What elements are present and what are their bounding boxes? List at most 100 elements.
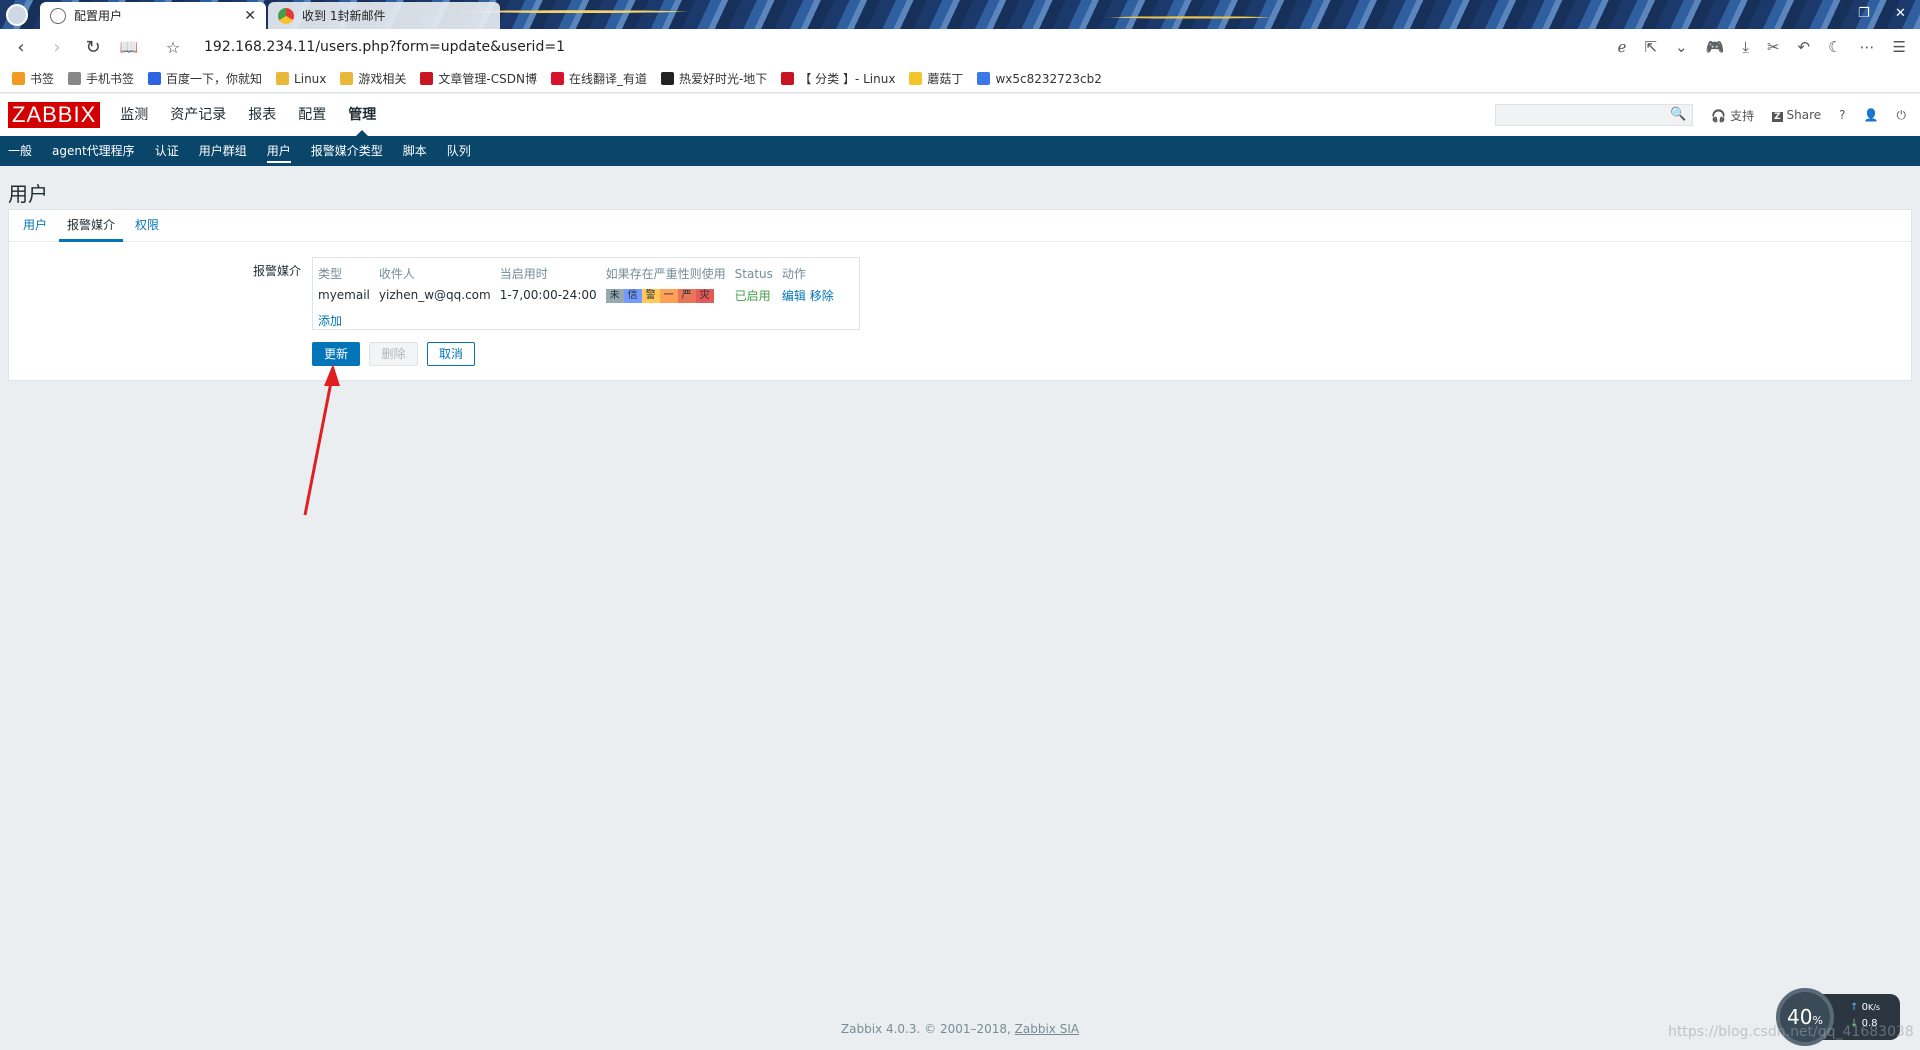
main-menu-inventory[interactable]: 资产记录 — [170, 94, 226, 136]
youdao-icon — [550, 72, 564, 85]
sub-menu-proxies[interactable]: agent代理程序 — [52, 136, 135, 166]
page-title: 用户 — [8, 182, 48, 206]
media-type: myemail — [318, 288, 370, 302]
share-link[interactable]: Z Share — [1772, 108, 1821, 122]
bookmark-item[interactable]: 百度一下，你就知 — [148, 70, 262, 87]
watermark: https://blog.csdn.net/qq_41683038 — [1668, 1024, 1914, 1040]
delete-button[interactable]: 删除 — [369, 342, 418, 366]
footer-link[interactable]: Zabbix SIA — [1015, 1022, 1079, 1036]
cancel-button[interactable]: 取消 — [427, 342, 475, 366]
add-media-link[interactable]: 添加 — [313, 312, 342, 329]
blog-icon — [977, 72, 991, 85]
bookmark-item[interactable]: 蘑菇丁 — [909, 70, 963, 87]
download-icon[interactable]: ⤓ — [1742, 38, 1749, 56]
user-form-panel: 用户 报警媒介 权限 报警媒介 类型 收件人 当启用时 如果存在严重性则使用 S… — [8, 209, 1912, 381]
back-icon[interactable]: ‹ — [6, 37, 36, 58]
browser-tab-active[interactable]: 配置用户 ✕ — [40, 2, 266, 29]
zabbix-logo[interactable]: ZABBIX — [8, 102, 101, 128]
menu-icon[interactable]: ☰ — [1893, 38, 1906, 56]
url-field[interactable]: 192.168.234.11/users.php?form=update&use… — [204, 39, 1618, 55]
bookmark-item[interactable]: Linux — [276, 72, 326, 86]
bookmark-item[interactable]: 书签 — [12, 70, 54, 87]
remove-media-link[interactable]: 移除 — [810, 289, 834, 303]
tab-permissions[interactable]: 权限 — [125, 210, 169, 241]
col-recipient: 收件人 — [378, 267, 415, 281]
zabbix-header: ZABBIX 监测 资产记录 报表 配置 管理 🔍 🎧 支持 Z Share ?… — [0, 94, 1920, 136]
media-table: 类型 收件人 当启用时 如果存在严重性则使用 Status 动作 myemail… — [312, 257, 860, 330]
baidu-icon — [148, 72, 162, 85]
media-status[interactable]: 已启用 — [734, 284, 781, 306]
globe-icon — [50, 7, 66, 24]
profile-avatar-icon[interactable] — [6, 4, 28, 26]
bookmark-label: Linux — [294, 71, 327, 86]
tab-user[interactable]: 用户 — [13, 210, 57, 241]
close-window-icon[interactable]: ✕ — [1895, 6, 1906, 21]
support-link[interactable]: 🎧 支持 — [1711, 107, 1754, 124]
bookmark-label: 手机书签 — [86, 72, 135, 86]
main-menu-monitoring[interactable]: 监测 — [120, 94, 148, 136]
bookmark-item[interactable]: 文章管理-CSDN博 — [420, 70, 537, 87]
severity-cell: 警 — [641, 289, 660, 303]
restore-window-icon[interactable]: ❐ — [1858, 6, 1870, 21]
col-status: Status — [734, 266, 773, 281]
share-page-icon[interactable]: ⇱ — [1644, 38, 1657, 56]
sub-menu: 一般 agent代理程序 认证 用户群组 用户 报警媒介类型 脚本 队列 — [0, 136, 1920, 166]
bookmark-item[interactable]: 热爱好时光-地下 — [660, 70, 767, 87]
main-menu-administration[interactable]: 管理 — [348, 94, 376, 136]
search-icon[interactable]: 🔍 — [1670, 107, 1686, 122]
bookmark-star-icon[interactable]: ☆ — [158, 38, 188, 57]
bookmark-label: 书签 — [30, 72, 55, 86]
form-tabs: 用户 报警媒介 权限 — [9, 210, 1911, 242]
close-tab-icon[interactable]: ✕ — [244, 8, 256, 24]
annotation-arrow — [303, 364, 340, 516]
star-icon — [12, 72, 25, 85]
global-search-input[interactable]: 🔍 — [1495, 104, 1694, 126]
tiger-icon — [660, 72, 674, 85]
sub-menu-authentication[interactable]: 认证 — [155, 136, 179, 166]
bookmark-label: 游戏相关 — [358, 72, 407, 86]
table-row: myemail yizhen_w@qq.com 1-7,00:00-24:00 … — [317, 284, 842, 306]
bookmark-item[interactable]: 手机书签 — [68, 70, 134, 87]
severity-cell: 未 — [605, 289, 624, 303]
ie-mode-icon[interactable]: ℯ — [1618, 38, 1627, 56]
bookmark-item[interactable]: 【 分类 】- Linux — [781, 70, 895, 87]
csdn-icon — [781, 72, 795, 85]
edit-media-link[interactable]: 编辑 — [782, 289, 806, 303]
chevron-down-icon[interactable]: ⌄ — [1675, 38, 1688, 56]
help-icon[interactable]: ? — [1839, 108, 1845, 122]
sub-menu-queue[interactable]: 队列 — [447, 136, 471, 166]
scissors-icon[interactable]: ✂ — [1767, 38, 1780, 56]
severity-cell: 严 — [677, 289, 696, 303]
bookmark-label: 文章管理-CSDN博 — [438, 72, 537, 86]
folder-icon — [340, 72, 354, 85]
user-profile-icon[interactable]: 👤 — [1864, 108, 1879, 122]
game-icon[interactable]: 🎮 — [1706, 38, 1725, 56]
bookmark-item[interactable]: 游戏相关 — [340, 70, 406, 87]
bookmark-label: 百度一下，你就知 — [166, 72, 263, 86]
bookmarks-bar: 书签 手机书签 百度一下，你就知 Linux 游戏相关 文章管理-CSDN博 在线翻译_有道… — [0, 65, 1920, 93]
bookmark-item[interactable]: 在线翻译_有道 — [550, 70, 647, 87]
mogu-icon — [909, 72, 923, 85]
media-severity: 未信警一严灾 — [605, 284, 734, 306]
undo-icon[interactable]: ↶ — [1798, 38, 1811, 56]
night-mode-icon[interactable]: ☾ — [1828, 38, 1841, 56]
sub-menu-users[interactable]: 用户 — [266, 136, 291, 166]
browser-tab-inactive[interactable]: 收到 1封新邮件 — [268, 2, 500, 29]
col-action: 动作 — [781, 267, 806, 281]
tab-title: 配置用户 — [74, 9, 123, 23]
logout-icon[interactable]: ⏻ — [1897, 108, 1907, 123]
sub-menu-user-groups[interactable]: 用户群组 — [199, 136, 247, 166]
tab-media[interactable]: 报警媒介 — [57, 210, 125, 242]
reload-icon[interactable]: ↻ — [78, 37, 108, 58]
sub-menu-scripts[interactable]: 脚本 — [403, 136, 427, 166]
reader-icon[interactable]: 📖 — [114, 38, 144, 56]
more-icon[interactable]: ⋯ — [1860, 38, 1875, 56]
forward-icon[interactable]: › — [42, 37, 72, 58]
sub-menu-general[interactable]: 一般 — [8, 136, 32, 166]
main-menu-reports[interactable]: 报表 — [248, 94, 276, 136]
footer-text: Zabbix 4.0.3. © 2001–2018, — [840, 1022, 1015, 1036]
footer: Zabbix 4.0.3. © 2001–2018, Zabbix SIA — [0, 1022, 1920, 1036]
sub-menu-media-types[interactable]: 报警媒介类型 — [311, 136, 383, 166]
main-menu-configuration[interactable]: 配置 — [298, 94, 326, 136]
bookmark-item[interactable]: wx5c8232723cb2 — [977, 72, 1102, 86]
